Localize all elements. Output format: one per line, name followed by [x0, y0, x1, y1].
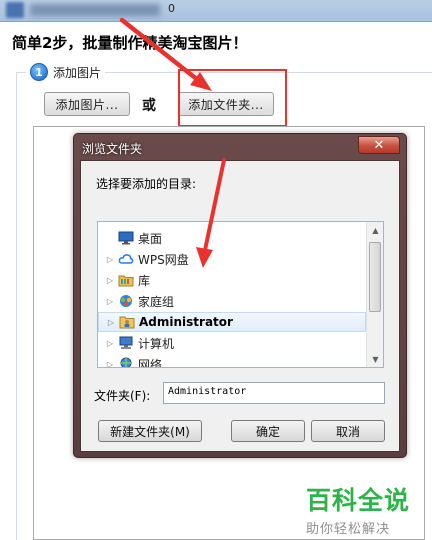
step-number-icon: 1 — [30, 63, 48, 81]
window-titlebar: 0 — [0, 0, 432, 22]
folder-name-field[interactable]: Administrator — [163, 382, 385, 404]
annotation-highlight-box — [178, 69, 287, 127]
chevron-right-icon[interactable]: ▷ — [104, 255, 116, 264]
watermark-main-text: 百科全说 — [306, 486, 411, 515]
ok-button[interactable]: 确定 — [231, 420, 305, 442]
dialog-body: 选择要添加的目录: 桌面 ▷ WPS网盘 ▷ 库 ▷ 家庭组 ▷ Adminis… — [80, 160, 400, 452]
tree-item-label: 计算机 — [138, 336, 175, 351]
tree-item-computer[interactable]: ▷ 计算机 — [98, 333, 366, 353]
dialog-titlebar[interactable]: 浏览文件夹 ✕ — [74, 134, 406, 160]
chevron-right-icon[interactable]: ▷ — [104, 360, 116, 368]
page-heading: 简单2步，批量制作精美淘宝图片！ — [12, 34, 248, 52]
tree-item-label: Administrator — [139, 315, 233, 329]
step-title: 添加图片 — [53, 65, 102, 80]
dialog-title: 浏览文件夹 — [82, 142, 143, 156]
tree-item-library[interactable]: ▷ 库 — [98, 270, 366, 290]
tree-item-label: 网络 — [138, 357, 163, 368]
tree-item-wps-drive[interactable]: ▷ WPS网盘 — [98, 249, 366, 269]
tree-item-label: 家庭组 — [138, 294, 175, 309]
watermark-sub-text: 助你轻松解决 — [306, 522, 391, 537]
tree-scrollbar[interactable]: ▲ ▼ — [366, 222, 383, 367]
tree-item-label: 库 — [138, 273, 151, 288]
tree-item-label: 桌面 — [138, 231, 163, 246]
app-icon — [6, 2, 24, 18]
tree-item-label: WPS网盘 — [138, 252, 189, 267]
or-text: 或 — [142, 98, 156, 114]
network-icon — [118, 357, 134, 367]
folder-tree[interactable]: 桌面 ▷ WPS网盘 ▷ 库 ▷ 家庭组 ▷ Administrator ▷ 计… — [97, 221, 384, 368]
browse-folder-dialog: 浏览文件夹 ✕ 选择要添加的目录: 桌面 ▷ WPS网盘 ▷ 库 ▷ 家庭组 ▷… — [73, 133, 407, 458]
chevron-right-icon[interactable]: ▷ — [105, 318, 117, 327]
library-icon — [118, 273, 134, 287]
user-folder-icon — [119, 315, 135, 329]
step1-label: 1 添加图片 — [26, 63, 106, 81]
folder-field-label: 文件夹(F): — [94, 389, 151, 403]
scroll-down-icon[interactable]: ▼ — [367, 351, 383, 367]
tree-item-desktop[interactable]: 桌面 — [98, 228, 366, 248]
cloud-icon — [118, 252, 134, 266]
dialog-instruction: 选择要添加的目录: — [96, 177, 197, 191]
chevron-right-icon[interactable]: ▷ — [104, 339, 116, 348]
tree-item-network[interactable]: ▷ 网络 — [98, 354, 366, 368]
watermark-logo: 百科全说 助你轻松解决 — [306, 481, 426, 537]
blurred-title — [30, 4, 160, 16]
scrollbar-thumb[interactable] — [369, 242, 381, 312]
homegroup-icon — [118, 294, 134, 308]
tree-item-administrator[interactable]: ▷ Administrator — [98, 312, 366, 332]
chevron-right-icon[interactable]: ▷ — [104, 297, 116, 306]
computer-icon — [118, 336, 134, 350]
cancel-button[interactable]: 取消 — [311, 420, 385, 442]
tree-item-homegroup[interactable]: ▷ 家庭组 — [98, 291, 366, 311]
chevron-right-icon[interactable]: ▷ — [104, 276, 116, 285]
add-image-button[interactable]: 添加图片... — [44, 92, 130, 116]
new-folder-button[interactable]: 新建文件夹(M) — [98, 420, 202, 442]
desktop-icon — [118, 231, 134, 245]
scroll-up-icon[interactable]: ▲ — [367, 222, 383, 238]
close-icon[interactable]: ✕ — [358, 136, 400, 154]
window-title-fragment: 0 — [168, 2, 175, 15]
